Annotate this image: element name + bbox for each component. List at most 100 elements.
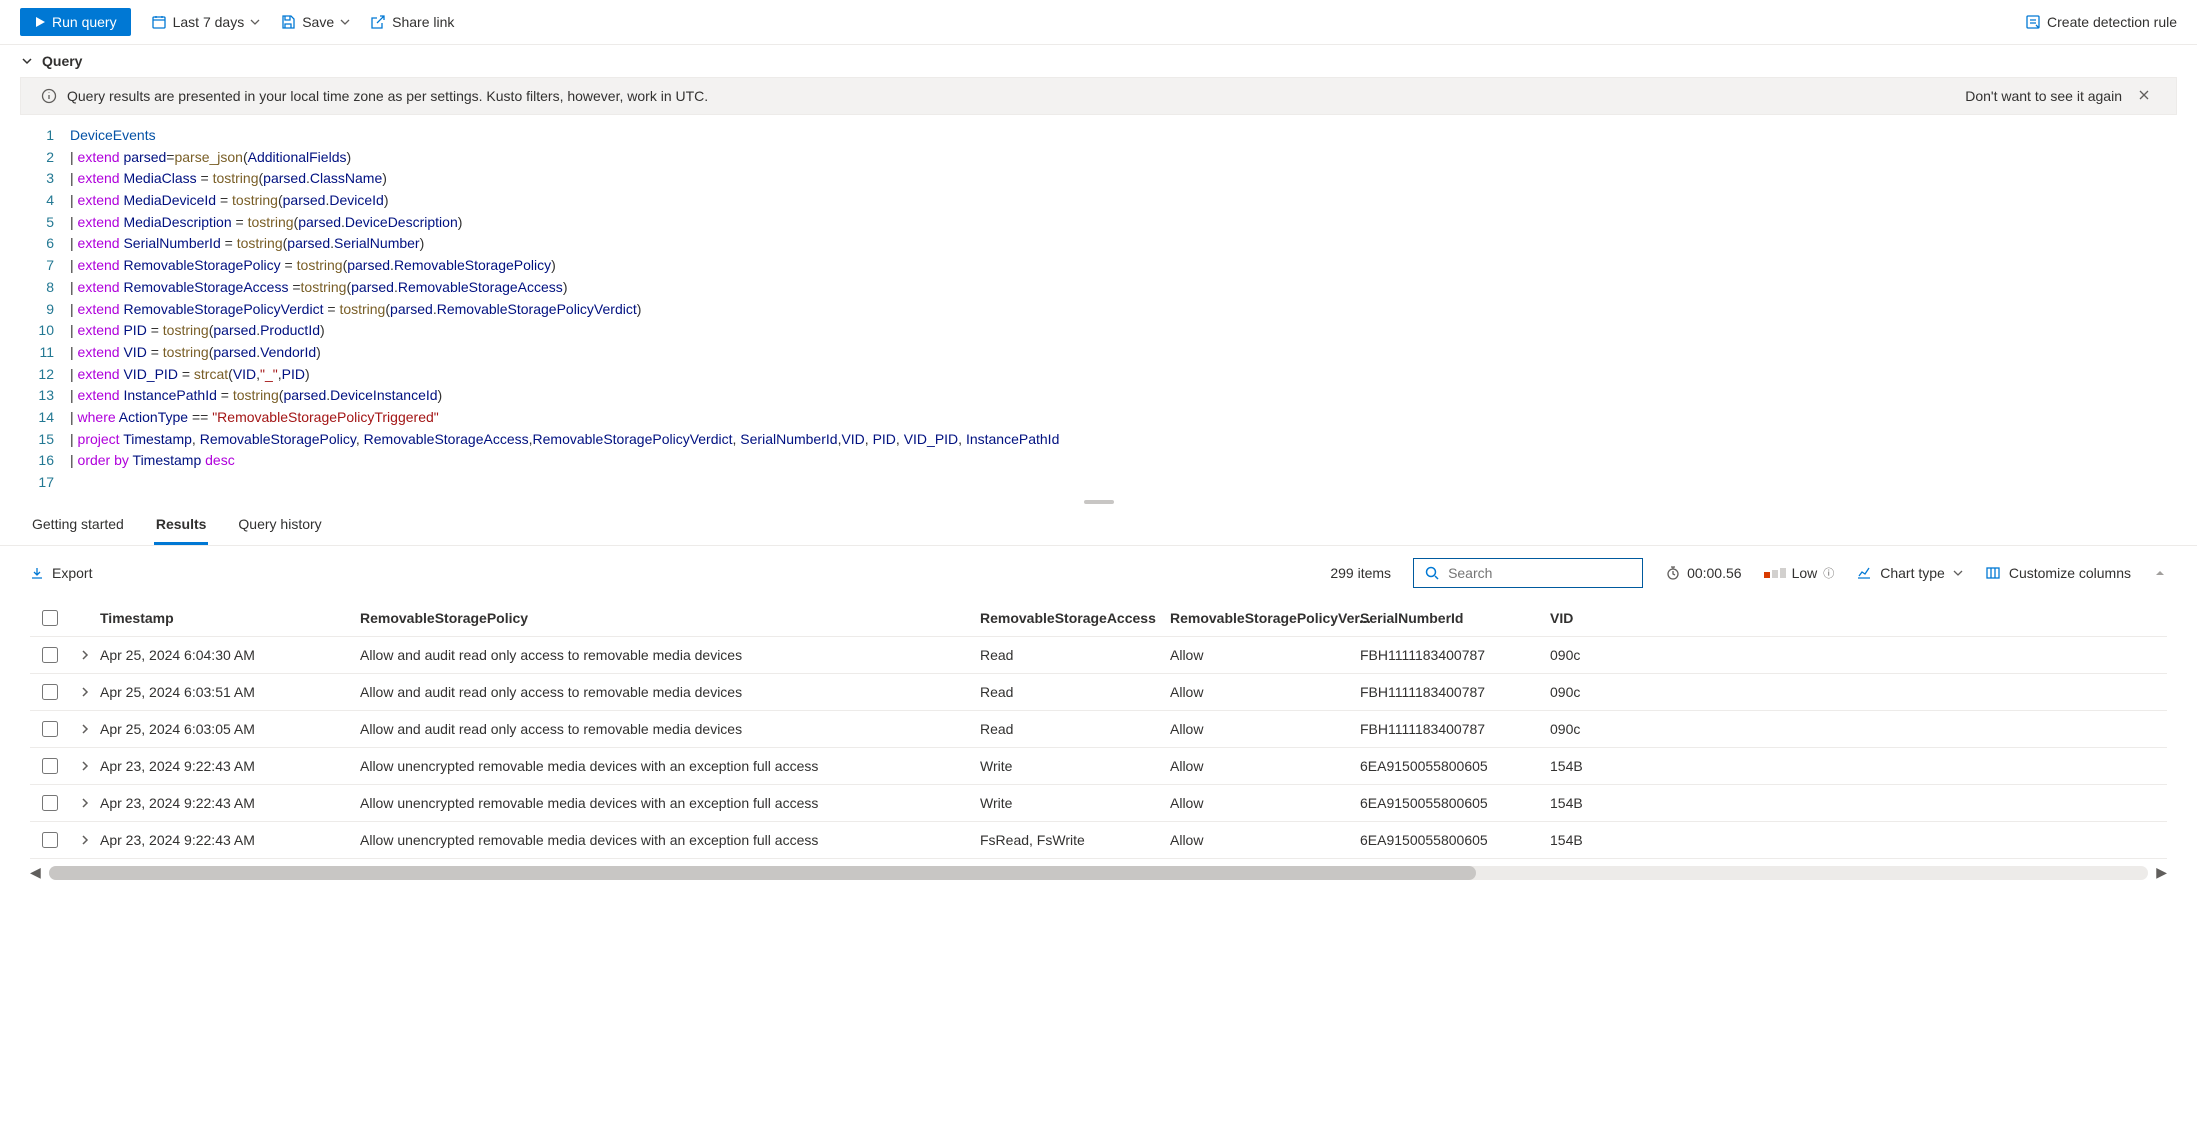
tab-getting-started[interactable]: Getting started [30,504,126,545]
query-section-title: Query [42,53,82,69]
code-line[interactable]: 13| extend InstancePathId = tostring(par… [20,385,2177,407]
expand-row-icon[interactable] [70,798,100,808]
code-content: | extend MediaClass = tostring(parsed.Cl… [70,168,2177,190]
row-checkbox[interactable] [42,647,58,663]
table-row[interactable]: Apr 25, 2024 6:04:30 AMAllow and audit r… [30,637,2167,674]
horizontal-scrollbar[interactable]: ◀ ▶ [30,863,2167,883]
info-icon[interactable]: ⓘ [1823,565,1834,581]
calendar-icon [151,14,167,30]
row-checkbox[interactable] [42,795,58,811]
line-number: 5 [20,212,70,234]
table-row[interactable]: Apr 25, 2024 6:03:05 AMAllow and audit r… [30,711,2167,748]
code-line[interactable]: 7| extend RemovableStoragePolicy = tostr… [20,255,2177,277]
cell-access: Read [980,721,1170,737]
cell-policy: Allow unencrypted removable media device… [360,758,980,774]
search-box[interactable] [1413,558,1643,588]
chart-type-button[interactable]: Chart type [1856,565,1963,581]
column-header-serial[interactable]: SerialNumberId [1360,610,1550,626]
search-input[interactable] [1448,565,1632,581]
row-checkbox[interactable] [42,684,58,700]
column-header-policy[interactable]: RemovableStoragePolicy [360,610,980,626]
chevron-down-icon [20,54,34,68]
toolbar: Run query Last 7 days Save Share link Cr… [0,0,2197,45]
row-checkbox[interactable] [42,721,58,737]
cell-verdict: Allow [1170,684,1360,700]
column-header-verdict[interactable]: RemovableStoragePolicyVer... [1170,610,1360,626]
query-section-header[interactable]: Query [0,45,2197,77]
line-number: 11 [20,342,70,364]
code-line[interactable]: 16| order by Timestamp desc [20,450,2177,472]
line-number: 3 [20,168,70,190]
code-line[interactable]: 14| where ActionType == "RemovableStorag… [20,407,2177,429]
query-editor[interactable]: 1DeviceEvents2| extend parsed=parse_json… [0,115,2197,500]
play-icon [34,16,46,28]
scroll-left-icon[interactable]: ◀ [30,864,41,881]
scroll-up-icon[interactable] [2153,566,2167,580]
code-line[interactable]: 10| extend PID = tostring(parsed.Product… [20,320,2177,342]
code-line[interactable]: 3| extend MediaClass = tostring(parsed.C… [20,168,2177,190]
code-line[interactable]: 9| extend RemovableStoragePolicyVerdict … [20,299,2177,321]
row-checkbox[interactable] [42,832,58,848]
code-line[interactable]: 17 [20,472,2177,494]
column-header-access[interactable]: RemovableStorageAccess [980,610,1170,626]
cell-serial: 6EA9150055800605 [1360,832,1550,848]
code-line[interactable]: 11| extend VID = tostring(parsed.VendorI… [20,342,2177,364]
line-number: 4 [20,190,70,212]
line-number: 12 [20,364,70,386]
expand-row-icon[interactable] [70,761,100,771]
table-row[interactable]: Apr 25, 2024 6:03:51 AMAllow and audit r… [30,674,2167,711]
code-line[interactable]: 4| extend MediaDeviceId = tostring(parse… [20,190,2177,212]
code-content: | project Timestamp, RemovableStoragePol… [70,429,2177,451]
line-number: 6 [20,233,70,255]
export-button[interactable]: Export [30,565,92,581]
expand-row-icon[interactable] [70,724,100,734]
query-cost: Low ⓘ [1764,565,1835,581]
cell-timestamp: Apr 23, 2024 9:22:43 AM [100,758,360,774]
table-row[interactable]: Apr 23, 2024 9:22:43 AMAllow unencrypted… [30,748,2167,785]
cell-vid: 090c [1550,684,1670,700]
select-all-checkbox[interactable] [42,610,58,626]
code-line[interactable]: 6| extend SerialNumberId = tostring(pars… [20,233,2177,255]
column-header-timestamp[interactable]: Timestamp [100,610,360,626]
code-content [70,472,2177,494]
cell-vid: 154B [1550,758,1670,774]
detection-rule-icon [2025,14,2041,30]
table-row[interactable]: Apr 23, 2024 9:22:43 AMAllow unencrypted… [30,822,2167,859]
save-button[interactable]: Save [280,14,350,30]
expand-row-icon[interactable] [70,687,100,697]
tab-results[interactable]: Results [154,504,209,545]
export-label: Export [52,565,92,581]
line-number: 8 [20,277,70,299]
code-line[interactable]: 15| project Timestamp, RemovableStorageP… [20,429,2177,451]
cell-verdict: Allow [1170,795,1360,811]
cell-verdict: Allow [1170,721,1360,737]
column-header-vid[interactable]: VID [1550,610,1670,626]
info-banner: Query results are presented in your loca… [20,77,2177,115]
code-content: DeviceEvents [70,125,2177,147]
row-checkbox[interactable] [42,758,58,774]
cell-timestamp: Apr 25, 2024 6:04:30 AM [100,647,360,663]
run-query-button[interactable]: Run query [20,8,131,36]
cost-label: Low [1792,565,1818,581]
tab-query-history[interactable]: Query history [236,504,323,545]
result-tabs: Getting started Results Query history [0,504,2197,546]
close-icon[interactable] [2132,88,2156,104]
time-range-picker[interactable]: Last 7 days [151,14,261,30]
customize-columns-button[interactable]: Customize columns [1985,565,2131,581]
chevron-down-icon [250,17,260,27]
share-link-button[interactable]: Share link [370,14,454,30]
code-line[interactable]: 12| extend VID_PID = strcat(VID,"_",PID) [20,364,2177,386]
code-line[interactable]: 2| extend parsed=parse_json(AdditionalFi… [20,147,2177,169]
expand-row-icon[interactable] [70,835,100,845]
expand-row-icon[interactable] [70,650,100,660]
cell-policy: Allow unencrypted removable media device… [360,832,980,848]
code-line[interactable]: 8| extend RemovableStorageAccess =tostri… [20,277,2177,299]
scroll-right-icon[interactable]: ▶ [2156,864,2167,881]
code-line[interactable]: 5| extend MediaDescription = tostring(pa… [20,212,2177,234]
code-content: | order by Timestamp desc [70,450,2177,472]
code-line[interactable]: 1DeviceEvents [20,125,2177,147]
table-row[interactable]: Apr 23, 2024 9:22:43 AMAllow unencrypted… [30,785,2167,822]
create-detection-rule-button[interactable]: Create detection rule [2025,14,2177,30]
banner-dismiss-link[interactable]: Don't want to see it again [1965,88,2122,104]
share-label: Share link [392,14,454,30]
